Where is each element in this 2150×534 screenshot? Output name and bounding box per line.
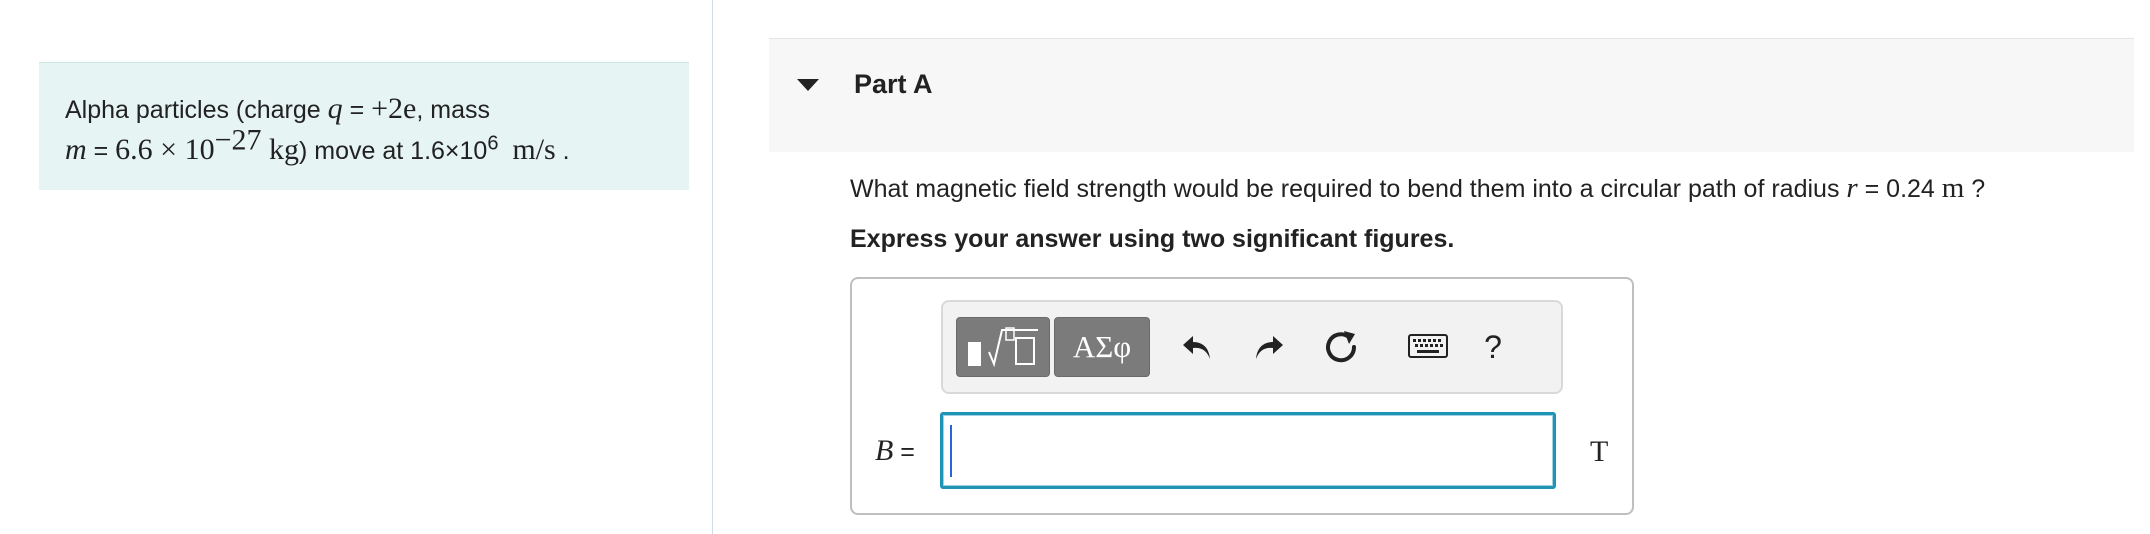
intro-text-mass: , mass bbox=[416, 96, 490, 124]
text-cursor bbox=[950, 425, 952, 477]
reset-icon bbox=[1326, 331, 1357, 363]
radius-value: = 0.24 bbox=[1857, 175, 1942, 203]
charge-variable: q bbox=[327, 92, 343, 125]
intro-line-1: Alpha particles (charge q = +2e, mass bbox=[65, 89, 689, 130]
period: . bbox=[555, 137, 570, 165]
undo-button[interactable] bbox=[1169, 317, 1225, 377]
intro-text: Alpha particles (charge bbox=[65, 96, 328, 124]
left-pane: Alpha particles (charge q = +2e, mass m … bbox=[0, 0, 713, 534]
answer-unit: T bbox=[1590, 435, 1609, 468]
question-body: What magnetic field strength would be re… bbox=[850, 175, 1847, 203]
keyboard-button[interactable] bbox=[1400, 317, 1456, 377]
answer-box: ΑΣφ ? B = T bbox=[850, 277, 1634, 515]
greek-symbols-label: ΑΣφ bbox=[1072, 329, 1132, 364]
part-title[interactable]: Part A bbox=[854, 69, 933, 100]
charge-value: +2e bbox=[371, 92, 416, 125]
redo-button[interactable] bbox=[1241, 317, 1297, 377]
answer-instruction: Express your answer using two significan… bbox=[850, 225, 1455, 253]
radius-unit: m bbox=[1941, 172, 1965, 204]
speed-unit: m/s bbox=[512, 133, 556, 166]
mass-variable: m bbox=[65, 133, 87, 166]
speed-exponent: 6 bbox=[487, 132, 499, 155]
equals-sign: = bbox=[342, 96, 372, 124]
equals-sign: = bbox=[86, 137, 116, 165]
help-label: ? bbox=[1484, 328, 1502, 365]
mass-exponent: −27 bbox=[214, 123, 262, 157]
collapse-caret-icon[interactable] bbox=[797, 79, 819, 91]
answer-variable: B bbox=[875, 434, 894, 467]
answer-input[interactable] bbox=[940, 412, 1556, 489]
math-toolbar: ΑΣφ ? bbox=[941, 300, 1563, 394]
keyboard-icon bbox=[1408, 334, 1448, 358]
greek-symbols-button[interactable]: ΑΣφ bbox=[1054, 317, 1150, 377]
question-text: What magnetic field strength would be re… bbox=[850, 172, 1985, 205]
part-a-header[interactable]: Part A bbox=[769, 38, 2134, 152]
speed-text: ) move at 1.6×10 bbox=[299, 137, 488, 165]
mass-value: 6.6 × 10 bbox=[115, 133, 215, 166]
radius-variable: r bbox=[1846, 172, 1858, 204]
mass-unit: kg bbox=[261, 133, 300, 166]
redo-icon bbox=[1256, 336, 1283, 359]
undo-icon bbox=[1183, 336, 1210, 359]
answer-variable-label: B = bbox=[875, 434, 915, 468]
templates-sqrt-icon bbox=[968, 327, 1038, 368]
problem-intro: Alpha particles (charge q = +2e, mass m … bbox=[39, 62, 689, 190]
reset-button[interactable] bbox=[1313, 317, 1369, 377]
answer-equals: = bbox=[893, 438, 915, 466]
help-button[interactable]: ? bbox=[1465, 317, 1521, 377]
charge-value-text: +2e bbox=[371, 92, 417, 125]
question-mark: ? bbox=[1964, 175, 1986, 203]
intro-line-2: m = 6.6 × 10−27 kg) move at 1.6×106 m/s … bbox=[65, 125, 689, 171]
templates-button[interactable] bbox=[956, 317, 1050, 377]
